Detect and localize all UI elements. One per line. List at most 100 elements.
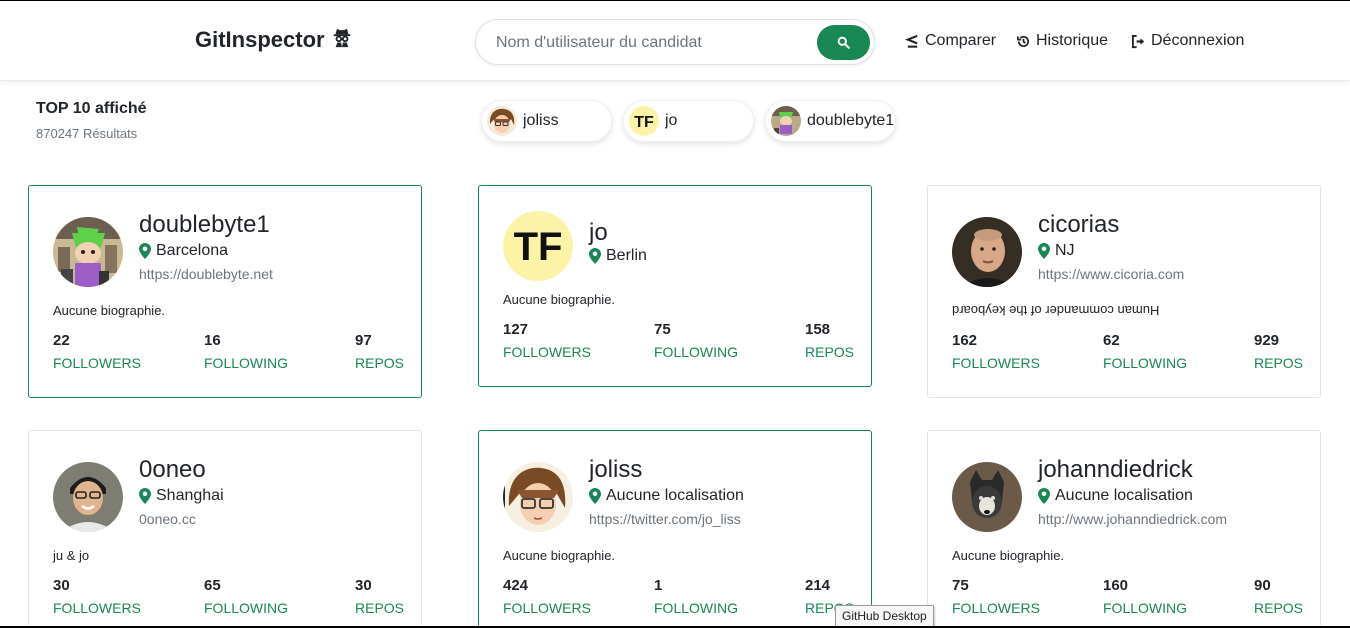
following-count: 16 bbox=[204, 332, 221, 349]
doublebyte-avatar bbox=[53, 217, 123, 287]
username[interactable]: doublebyte1 bbox=[139, 211, 270, 239]
joliss-avatar bbox=[503, 462, 573, 532]
followers-count: 127 bbox=[503, 321, 529, 338]
svg-text:TF: TF bbox=[514, 225, 563, 269]
repos-label[interactable]: REPOS bbox=[1254, 600, 1303, 616]
sign-out-icon bbox=[1131, 34, 1145, 48]
username[interactable]: 0oneo bbox=[139, 456, 206, 484]
following-count: 65 bbox=[204, 577, 221, 594]
following-label[interactable]: FOLLOWING bbox=[1103, 355, 1187, 371]
repos-count: 158 bbox=[805, 321, 831, 338]
user-website[interactable]: https://doublebyte.net bbox=[139, 266, 273, 282]
search-input[interactable] bbox=[496, 31, 816, 55]
username[interactable]: joliss bbox=[589, 456, 642, 484]
tf-logo-avatar: TF bbox=[503, 211, 573, 281]
followers-label[interactable]: FOLLOWERS bbox=[952, 355, 1040, 371]
user-card[interactable]: doublebyte1 Barcelona https://doublebyte… bbox=[28, 185, 422, 398]
followers-count: 424 bbox=[503, 577, 529, 594]
nav-history-label: Historique bbox=[1036, 32, 1109, 49]
user-location-text: Aucune localisation bbox=[1055, 487, 1193, 504]
followers-label[interactable]: FOLLOWERS bbox=[503, 344, 591, 360]
followers-count: 162 bbox=[952, 332, 978, 349]
followers-label[interactable]: FOLLOWERS bbox=[53, 600, 141, 616]
user-bio: Aucune biographie. bbox=[503, 548, 616, 563]
following-label[interactable]: FOLLOWING bbox=[204, 355, 288, 371]
username[interactable]: cicorias bbox=[1038, 211, 1119, 239]
brand[interactable]: GitInspector bbox=[195, 26, 353, 54]
user-location: Aucune localisation bbox=[1038, 487, 1193, 505]
following-label[interactable]: FOLLOWING bbox=[1103, 600, 1187, 616]
user-website[interactable]: 0oneo.cc bbox=[139, 511, 196, 527]
following-label[interactable]: FOLLOWING bbox=[204, 600, 288, 616]
brand-name[interactable]: GitInspector bbox=[195, 27, 325, 53]
user-bio: Human commander of the keyboard bbox=[952, 303, 1160, 318]
repos-label[interactable]: REPOS bbox=[805, 344, 854, 360]
map-pin-icon bbox=[589, 488, 601, 504]
repos-label[interactable]: REPOS bbox=[355, 600, 404, 616]
following-count: 160 bbox=[1103, 577, 1129, 594]
repos-count: 929 bbox=[1254, 332, 1280, 349]
history-chip[interactable]: joliss bbox=[481, 100, 612, 142]
repos-count: 214 bbox=[805, 577, 831, 594]
history-chip-label: jo bbox=[665, 112, 678, 129]
map-pin-icon bbox=[589, 248, 601, 264]
following-label[interactable]: FOLLOWING bbox=[654, 344, 738, 360]
nav-history[interactable]: Historique bbox=[1016, 32, 1108, 50]
joliss-avatar bbox=[487, 106, 517, 136]
user-location-text: NJ bbox=[1055, 242, 1075, 259]
taskbar-tooltip: GitHub Desktop bbox=[835, 605, 934, 627]
username[interactable]: johanndiedrick bbox=[1038, 456, 1193, 484]
user-card[interactable]: cicorias NJ https://www.cicoria.com Huma… bbox=[927, 185, 1321, 398]
user-card[interactable]: johanndiedrick Aucune localisation http:… bbox=[927, 430, 1321, 628]
history-chip-label: doublebyte1 bbox=[807, 112, 895, 129]
user-bio: ju & jo bbox=[53, 548, 90, 563]
user-website[interactable]: https://www.cicoria.com bbox=[1038, 266, 1184, 282]
user-card[interactable]: joliss Aucune localisation https://twitt… bbox=[478, 430, 872, 628]
nav-compare[interactable]: Comparer bbox=[905, 32, 996, 50]
results-title: TOP 10 affiché bbox=[36, 100, 147, 117]
user-card[interactable]: TF jo Berlin Aucune biographie. 127 FOLL… bbox=[478, 185, 872, 387]
user-location: Barcelona bbox=[139, 242, 228, 260]
user-location: Aucune localisation bbox=[589, 487, 744, 505]
history-chip[interactable]: TF jo bbox=[623, 100, 754, 142]
user-location-text: Barcelona bbox=[156, 242, 229, 259]
search-bar bbox=[475, 19, 875, 65]
cicorias-avatar bbox=[952, 217, 1022, 287]
user-location-text: Shanghai bbox=[156, 487, 224, 504]
map-pin-icon bbox=[1038, 243, 1050, 259]
repos-label[interactable]: REPOS bbox=[355, 355, 404, 371]
0oneo-avatar bbox=[53, 462, 123, 532]
nav-compare-label: Comparer bbox=[925, 32, 997, 49]
history-chip-label: joliss bbox=[523, 112, 559, 129]
user-card[interactable]: 0oneo Shanghai 0oneo.cc ju & jo 30 FOLLO… bbox=[28, 430, 422, 628]
followers-label[interactable]: FOLLOWERS bbox=[53, 355, 141, 371]
navbar: GitInspector Comparer Historique Déconne… bbox=[0, 1, 1350, 81]
following-count: 62 bbox=[1103, 332, 1120, 349]
johanndiedrick-avatar bbox=[952, 462, 1022, 532]
followers-label[interactable]: FOLLOWERS bbox=[952, 600, 1040, 616]
user-bio: Aucune biographie. bbox=[53, 303, 166, 318]
username[interactable]: jo bbox=[589, 219, 608, 247]
search-button[interactable] bbox=[817, 25, 870, 60]
search-icon bbox=[837, 36, 850, 49]
nav-logout-label: Déconnexion bbox=[1151, 32, 1245, 49]
user-website[interactable]: http://www.johanndiedrick.com bbox=[1038, 511, 1227, 527]
repos-count: 90 bbox=[1254, 577, 1271, 594]
followers-label[interactable]: FOLLOWERS bbox=[503, 600, 591, 616]
followers-count: 75 bbox=[952, 577, 969, 594]
history-icon bbox=[1017, 35, 1029, 47]
repos-count: 97 bbox=[355, 332, 372, 349]
map-pin-icon bbox=[1038, 488, 1050, 504]
user-location: NJ bbox=[1038, 242, 1075, 260]
history-chip[interactable]: doublebyte1 bbox=[765, 100, 896, 142]
following-label[interactable]: FOLLOWING bbox=[654, 600, 738, 616]
user-location-text: Aucune localisation bbox=[606, 487, 744, 504]
map-pin-icon bbox=[139, 488, 151, 504]
repos-label[interactable]: REPOS bbox=[1254, 355, 1303, 371]
followers-count: 30 bbox=[53, 577, 70, 594]
nav-logout[interactable]: Déconnexion bbox=[1131, 32, 1244, 50]
followers-count: 22 bbox=[53, 332, 70, 349]
svg-text:TF: TF bbox=[634, 114, 654, 131]
user-website[interactable]: https://twitter.com/jo_liss bbox=[589, 511, 741, 527]
doublebyte-avatar bbox=[771, 106, 801, 136]
